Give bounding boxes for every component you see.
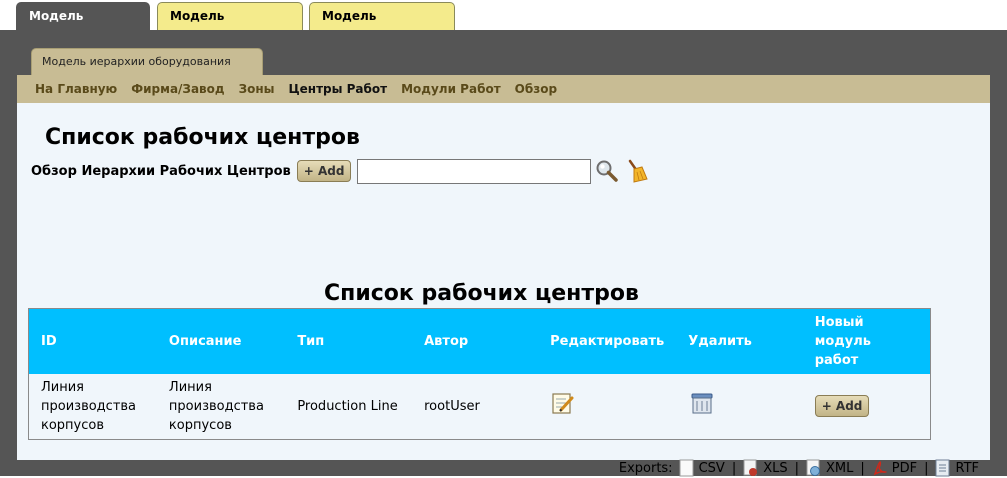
export-xml-link[interactable]: XML [806,459,853,477]
header-description[interactable]: Описание [157,309,285,374]
subnav-overview[interactable]: Обзор [515,82,557,96]
cell-description: Линия производства корпусов [168,379,264,433]
export-separator: | [731,460,737,476]
header-id[interactable]: ID [29,309,157,374]
header-edit: Редактировать [550,333,665,349]
export-xls-link[interactable]: XLS [743,459,788,477]
cell-id: Линия производства корпусов [41,379,137,433]
subnav-work-units[interactable]: Модули Работ [401,82,501,96]
export-pdf-link[interactable]: PDF [872,459,917,477]
edit-notepad-icon[interactable] [550,390,576,422]
header-type[interactable]: Тип [285,309,412,374]
table-header-row: ID Описание Тип Автор Редактировать Удал… [28,308,931,374]
subnav-bar: На Главную Фирма/Завод Зоны Центры Работ… [17,75,990,103]
magnifier-search-icon[interactable] [594,158,620,184]
export-csv-link[interactable]: CSV [679,459,725,477]
work-centers-table: ID Описание Тип Автор Редактировать Удал… [28,308,931,440]
header-new-work-unit: Новый модуль работ [814,314,871,368]
top-tab-bar: Модель домена Модель ресурсов Модель сег… [0,0,1007,49]
exports-label: Exports: [618,460,673,476]
xls-file-icon [743,459,758,476]
broom-clear-icon[interactable] [623,158,649,184]
page-title: Список рабочих центров [45,125,360,150]
subnav-zones[interactable]: Зоны [239,82,275,96]
export-csv-label: CSV [698,460,725,476]
exports-bar: Exports: CSV | XLS | XML | PDF | RTF [619,459,979,477]
export-separator: | [860,460,865,476]
cell-author: rootUser [424,398,480,414]
subnav-work-centers[interactable]: Центры Работ [289,82,388,96]
tab-domain-model[interactable]: Модель домена [16,2,150,49]
subnav-enterprise[interactable]: Фирма/Завод [131,82,224,96]
header-author[interactable]: Автор [412,309,538,374]
tab-segment-model[interactable]: Модель сегмента [309,2,455,49]
export-rtf-label: RTF [955,460,979,476]
export-separator: | [794,460,799,476]
subnav-home[interactable]: На Главную [35,82,117,96]
cell-type: Production Line [297,398,398,414]
export-pdf-label: PDF [891,460,918,476]
export-xls-label: XLS [763,460,788,476]
main-frame: Модель иерархии оборудования На Главную … [0,30,1007,477]
cell-new-work-unit: + Add [803,374,931,440]
search-row: Обзор Иерархии Рабочих Центров + Add [31,158,649,184]
table-title: Список рабочих центров [324,281,639,306]
add-work-unit-button[interactable]: + Add [814,395,870,418]
tab-equipment-hierarchy[interactable]: Модель иерархии оборудования [31,48,263,75]
xml-file-icon [806,459,820,476]
pdf-file-icon [873,461,887,476]
csv-file-icon [679,459,694,477]
add-work-center-button[interactable]: + Add [296,160,352,182]
cell-edit [538,374,676,440]
cell-delete [676,374,802,440]
content-panel: Список рабочих центров Обзор Иерархии Ра… [17,103,990,477]
search-label: Обзор Иерархии Рабочих Центров [31,163,291,179]
table-row: Линия производства корпусов Линия произв… [29,374,931,440]
search-input[interactable] [357,158,592,184]
header-delete: Удалить [688,333,752,349]
export-xml-label: XML [826,460,854,476]
export-rtf-link[interactable]: RTF [935,459,979,477]
rtf-file-icon [935,459,950,477]
export-separator: | [924,460,929,476]
tab-resource-model[interactable]: Модель ресурсов [157,2,303,49]
delete-trash-icon[interactable] [688,389,716,423]
